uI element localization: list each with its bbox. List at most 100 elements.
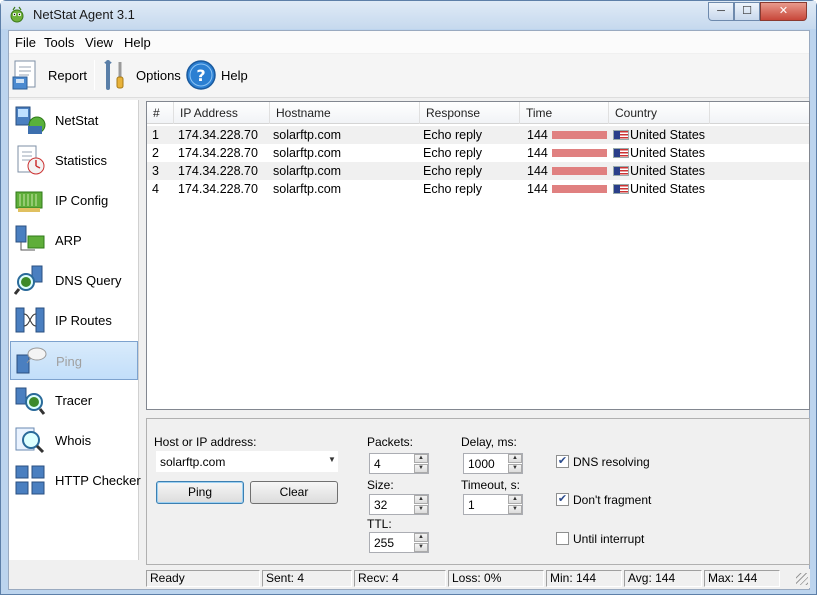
- table-row[interactable]: 2 174.34.228.70 solarftp.com Echo reply …: [147, 144, 809, 162]
- cell-country: United States: [630, 146, 706, 160]
- sidebar-item-label: DNS Query: [55, 273, 122, 288]
- sidebar-item-label: Whois: [55, 433, 92, 448]
- us-flag-icon: [613, 166, 629, 176]
- timeout-value: 1: [468, 498, 475, 512]
- column-header-country[interactable]: Country: [609, 102, 710, 124]
- column-header-response[interactable]: Response: [420, 102, 520, 124]
- timeout-label: Timeout, s:: [461, 478, 520, 492]
- cell-ip-address: 174.34.228.70: [178, 182, 258, 196]
- decrement-icon[interactable]: ▼: [414, 505, 428, 514]
- decrement-icon[interactable]: ▼: [414, 543, 428, 552]
- cell-response: Echo reply: [423, 164, 483, 178]
- clear-button[interactable]: Clear: [250, 481, 338, 504]
- time-bar: [552, 149, 607, 157]
- dns-query-icon: [14, 265, 43, 295]
- menu-tools[interactable]: Tools: [44, 35, 74, 50]
- sidebar-item-ip-config[interactable]: IP Config: [10, 181, 138, 220]
- sidebar: NetStat Statistics IP Config ARP DNS Que…: [9, 100, 141, 560]
- status-max: Max: 144: [704, 570, 780, 587]
- dns-resolving-checkbox[interactable]: ✔: [556, 455, 569, 468]
- help-button[interactable]: ? Help: [185, 59, 251, 91]
- sidebar-item-label: IP Routes: [55, 313, 112, 328]
- time-bar: [552, 167, 607, 175]
- sidebar-item-label: HTTP Checker: [55, 473, 141, 488]
- host-label: Host or IP address:: [154, 435, 257, 449]
- maximize-button[interactable]: ☐: [734, 2, 760, 21]
- column-header-hostname[interactable]: Hostname: [270, 102, 420, 124]
- increment-icon[interactable]: ▲: [414, 533, 428, 542]
- ping-button[interactable]: Ping: [156, 481, 244, 504]
- size-stepper[interactable]: 32 ▲ ▼: [369, 494, 429, 515]
- dont-fragment-checkbox[interactable]: ✔: [556, 493, 569, 506]
- table-row[interactable]: 4 174.34.228.70 solarftp.com Echo reply …: [147, 180, 809, 198]
- sidebar-item-http-checker[interactable]: HTTP Checker: [10, 461, 141, 500]
- minimize-button[interactable]: ─: [708, 2, 734, 21]
- dns-resolving-label[interactable]: DNS resolving: [573, 455, 650, 469]
- host-combobox[interactable]: solarftp.com ▼: [156, 451, 338, 472]
- timeout-stepper[interactable]: 1 ▲ ▼: [463, 494, 523, 515]
- sidebar-item-statistics[interactable]: Statistics: [10, 141, 138, 180]
- report-button[interactable]: Report: [12, 59, 90, 91]
- cell-country: United States: [630, 128, 706, 142]
- packets-stepper[interactable]: 4 ▲ ▼: [369, 453, 429, 474]
- toolbar: Report Options ? Help: [9, 54, 809, 98]
- cell-hostname: solarftp.com: [273, 182, 342, 196]
- toolbar-separator: [94, 60, 95, 90]
- resize-grip[interactable]: [796, 573, 808, 585]
- menu-file[interactable]: File: [15, 35, 36, 50]
- sidebar-item-ping[interactable]: Ping: [10, 341, 138, 380]
- help-icon: ?: [186, 60, 216, 90]
- until-interrupt-label[interactable]: Until interrupt: [573, 532, 644, 546]
- cell-time: 144: [527, 164, 548, 178]
- cell-time: 144: [527, 146, 548, 160]
- ttl-label: TTL:: [367, 517, 392, 531]
- main-window: NetStat Agent 3.1 ─ ☐ ✕ File Tools View …: [0, 0, 817, 595]
- dont-fragment-label[interactable]: Don't fragment: [573, 493, 651, 507]
- close-button[interactable]: ✕: [760, 2, 807, 21]
- packets-value: 4: [374, 457, 381, 471]
- sidebar-item-arp[interactable]: ARP: [10, 221, 138, 260]
- column-header-ip-address[interactable]: IP Address: [174, 102, 270, 124]
- column-header-time[interactable]: Time: [520, 102, 609, 124]
- sidebar-item-whois[interactable]: Whois: [10, 421, 138, 460]
- increment-icon[interactable]: ▲: [508, 495, 522, 504]
- statistics-icon: [17, 145, 45, 175]
- ping-options-panel: Host or IP address: solarftp.com ▼ Ping …: [146, 418, 810, 565]
- sidebar-item-dns-query[interactable]: DNS Query: [10, 261, 138, 300]
- menu-view[interactable]: View: [85, 35, 113, 50]
- options-button[interactable]: Options: [100, 59, 182, 91]
- sidebar-item-label: Ping: [56, 354, 83, 369]
- sidebar-item-label: Statistics: [55, 153, 108, 168]
- cell-response: Echo reply: [423, 146, 483, 160]
- decrement-icon[interactable]: ▼: [508, 464, 522, 473]
- sidebar-item-label: Tracer: [55, 393, 93, 408]
- cell-number: 3: [152, 164, 159, 178]
- cell-time: 144: [527, 128, 548, 142]
- menu-help[interactable]: Help: [124, 35, 151, 50]
- until-interrupt-checkbox[interactable]: [556, 532, 569, 545]
- ping-icon: [16, 347, 47, 374]
- increment-icon[interactable]: ▲: [414, 495, 428, 504]
- increment-icon[interactable]: ▲: [414, 454, 428, 463]
- chevron-down-icon[interactable]: ▼: [328, 455, 336, 464]
- us-flag-icon: [613, 148, 629, 158]
- decrement-icon[interactable]: ▼: [508, 505, 522, 514]
- table-row[interactable]: 3 174.34.228.70 solarftp.com Echo reply …: [147, 162, 809, 180]
- sidebar-item-tracer[interactable]: Tracer: [10, 381, 138, 420]
- host-value: solarftp.com: [160, 455, 226, 469]
- ttl-stepper[interactable]: 255 ▲ ▼: [369, 532, 429, 553]
- cell-number: 4: [152, 182, 159, 196]
- status-avg: Avg: 144: [624, 570, 702, 587]
- results-table[interactable]: # IP Address Hostname Response Time Coun…: [146, 101, 810, 410]
- whois-icon: [15, 427, 45, 454]
- table-row[interactable]: 1 174.34.228.70 solarftp.com Echo reply …: [147, 126, 809, 144]
- title-bar[interactable]: NetStat Agent 3.1 ─ ☐ ✕: [1, 1, 816, 29]
- tracer-icon: [15, 387, 46, 415]
- column-header-number[interactable]: #: [147, 102, 174, 124]
- decrement-icon[interactable]: ▼: [414, 464, 428, 473]
- increment-icon[interactable]: ▲: [508, 454, 522, 463]
- sidebar-item-ip-routes[interactable]: IP Routes: [10, 301, 138, 340]
- cell-country: United States: [630, 164, 706, 178]
- delay-stepper[interactable]: 1000 ▲ ▼: [463, 453, 523, 474]
- sidebar-item-netstat[interactable]: NetStat: [10, 101, 138, 140]
